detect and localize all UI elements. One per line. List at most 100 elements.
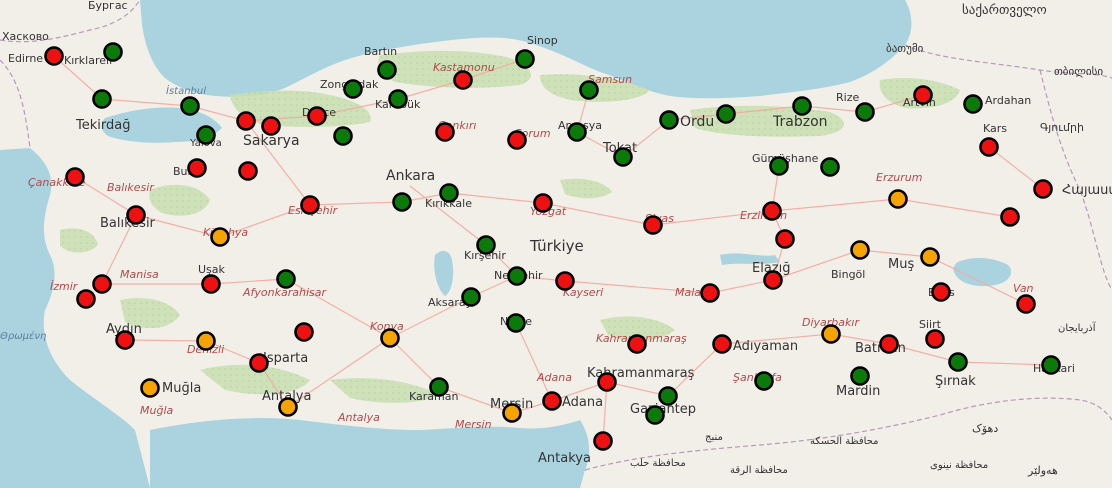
- marker-red[interactable]: [435, 122, 455, 142]
- marker-red[interactable]: [979, 137, 999, 157]
- marker-orange[interactable]: [920, 247, 940, 267]
- marker-green[interactable]: [855, 102, 875, 122]
- marker-orange[interactable]: [502, 403, 522, 423]
- marker-green[interactable]: [613, 147, 633, 167]
- marker-orange[interactable]: [821, 324, 841, 344]
- label-van: Van: [1013, 282, 1034, 295]
- marker-red[interactable]: [261, 116, 281, 136]
- label-erzurum: Erzurum: [876, 171, 922, 184]
- marker-red[interactable]: [627, 334, 647, 354]
- label-tbilisi: თბილისი: [1054, 65, 1103, 78]
- label-ankara: Ankara: [386, 168, 435, 184]
- marker-red[interactable]: [453, 70, 473, 90]
- marker-green[interactable]: [333, 126, 353, 146]
- label-sakartvelo: საქართველო: [962, 3, 1047, 18]
- marker-green[interactable]: [579, 80, 599, 100]
- marker-red[interactable]: [65, 167, 85, 187]
- label-mugla: Muğla: [162, 381, 201, 396]
- label-trabzon: Trabzon: [772, 114, 828, 130]
- marker-red[interactable]: [238, 161, 258, 181]
- label-ordu: Ordu: [680, 114, 714, 130]
- marker-red[interactable]: [593, 431, 613, 451]
- marker-green[interactable]: [392, 192, 412, 212]
- marker-orange[interactable]: [278, 397, 298, 417]
- marker-red[interactable]: [643, 215, 663, 235]
- label-kars: Kars: [983, 122, 1007, 135]
- marker-green[interactable]: [377, 60, 397, 80]
- marker-orange[interactable]: [210, 227, 230, 247]
- marker-green[interactable]: [1041, 355, 1061, 375]
- marker-red[interactable]: [201, 274, 221, 294]
- marker-green[interactable]: [659, 110, 679, 130]
- marker-red[interactable]: [1016, 294, 1036, 314]
- marker-red[interactable]: [775, 229, 795, 249]
- label-adana-region: Adana: [536, 371, 572, 384]
- marker-green[interactable]: [343, 79, 363, 99]
- marker-orange[interactable]: [888, 189, 908, 209]
- marker-red[interactable]: [300, 195, 320, 215]
- marker-green[interactable]: [506, 313, 526, 333]
- marker-red[interactable]: [555, 271, 575, 291]
- marker-red[interactable]: [700, 283, 720, 303]
- marker-green[interactable]: [515, 49, 535, 69]
- marker-red[interactable]: [249, 353, 269, 373]
- marker-orange[interactable]: [380, 328, 400, 348]
- marker-red[interactable]: [187, 158, 207, 178]
- marker-red[interactable]: [1000, 207, 1020, 227]
- marker-orange[interactable]: [140, 378, 160, 398]
- marker-green[interactable]: [567, 122, 587, 142]
- marker-red[interactable]: [44, 46, 64, 66]
- marker-red[interactable]: [712, 334, 732, 354]
- marker-green[interactable]: [658, 386, 678, 406]
- marker-green[interactable]: [461, 287, 481, 307]
- marker-green[interactable]: [963, 94, 983, 114]
- marker-green[interactable]: [507, 266, 527, 286]
- marker-green[interactable]: [196, 125, 216, 145]
- marker-green[interactable]: [820, 157, 840, 177]
- marker-green[interactable]: [439, 183, 459, 203]
- map-canvas[interactable]: Бургас Хасково Edirne Kırklareli Tekirda…: [0, 0, 1112, 488]
- label-adana: Adana: [562, 395, 603, 410]
- label-turkiye: Türkiye: [529, 237, 584, 255]
- marker-green[interactable]: [754, 371, 774, 391]
- marker-red[interactable]: [931, 282, 951, 302]
- marker-red[interactable]: [542, 391, 562, 411]
- marker-orange[interactable]: [196, 331, 216, 351]
- marker-red[interactable]: [92, 274, 112, 294]
- marker-red[interactable]: [507, 130, 527, 150]
- marker-green[interactable]: [645, 405, 665, 425]
- marker-red[interactable]: [307, 106, 327, 126]
- marker-red[interactable]: [1033, 179, 1053, 199]
- marker-red[interactable]: [925, 329, 945, 349]
- marker-green[interactable]: [948, 352, 968, 372]
- marker-red[interactable]: [236, 111, 256, 131]
- marker-green[interactable]: [792, 96, 812, 116]
- label-tekirdag: Tekirdağ: [75, 118, 130, 133]
- marker-red[interactable]: [597, 372, 617, 392]
- marker-red[interactable]: [762, 201, 782, 221]
- marker-red[interactable]: [763, 270, 783, 290]
- label-sirnak: Şırnak: [935, 374, 976, 389]
- marker-red[interactable]: [879, 334, 899, 354]
- label-greek: Θρωμένη: [0, 330, 46, 342]
- marker-green[interactable]: [476, 235, 496, 255]
- label-rize: Rize: [836, 91, 859, 104]
- marker-red[interactable]: [126, 205, 146, 225]
- marker-red[interactable]: [533, 193, 553, 213]
- marker-orange[interactable]: [850, 240, 870, 260]
- marker-green[interactable]: [103, 42, 123, 62]
- marker-red[interactable]: [294, 322, 314, 342]
- marker-green[interactable]: [180, 96, 200, 116]
- marker-red[interactable]: [913, 85, 933, 105]
- marker-green[interactable]: [276, 269, 296, 289]
- marker-green[interactable]: [769, 156, 789, 176]
- marker-green[interactable]: [850, 366, 870, 386]
- label-duhok: دهۆک: [972, 422, 998, 435]
- marker-red[interactable]: [76, 289, 96, 309]
- marker-green[interactable]: [429, 377, 449, 397]
- marker-green[interactable]: [716, 104, 736, 124]
- marker-red[interactable]: [115, 330, 135, 350]
- label-izmir: İzmir: [50, 280, 79, 293]
- marker-green[interactable]: [92, 89, 112, 109]
- marker-green[interactable]: [388, 89, 408, 109]
